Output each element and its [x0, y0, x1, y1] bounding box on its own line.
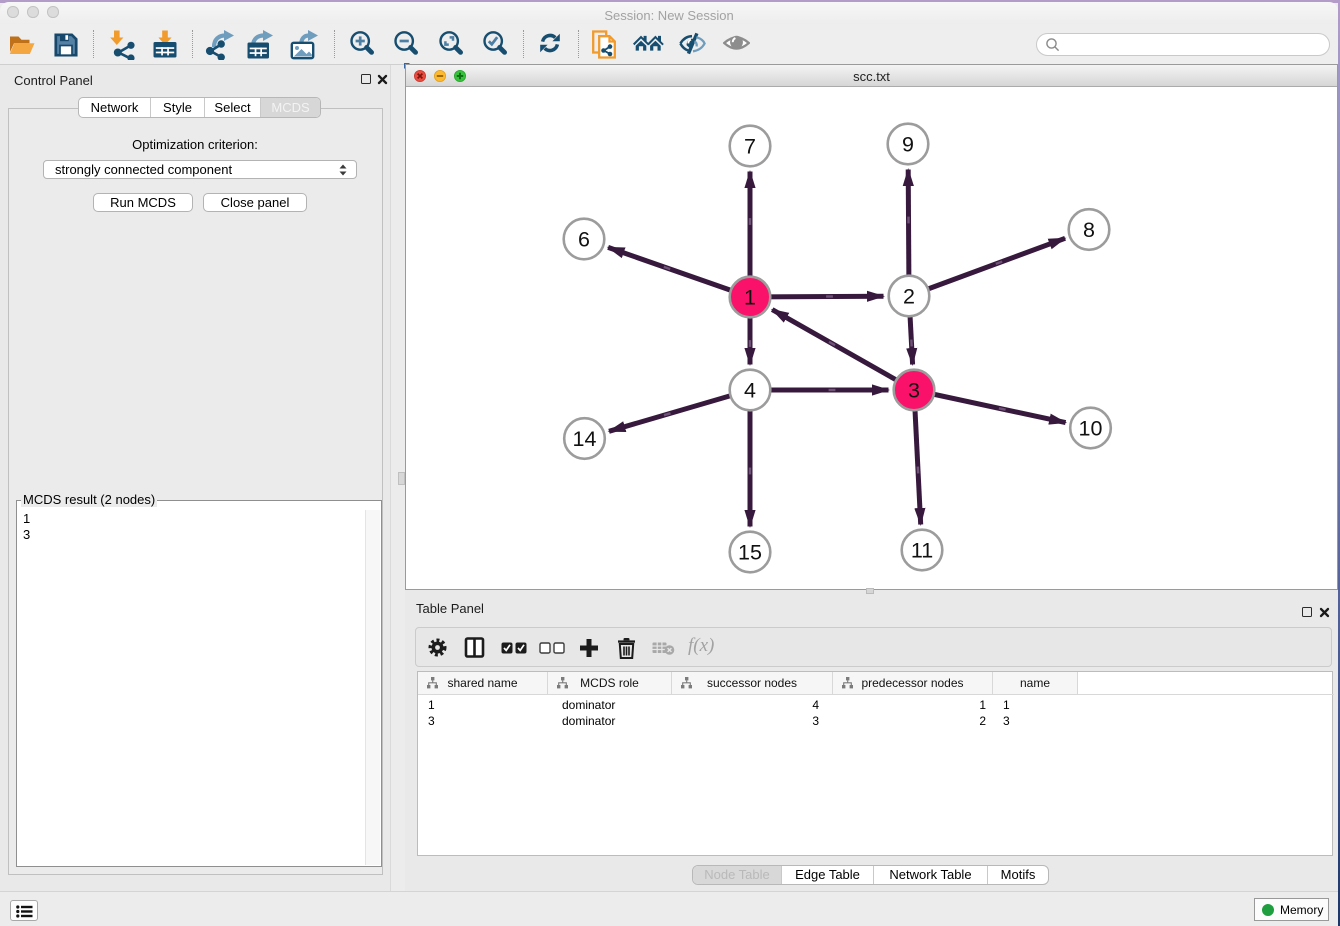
svg-text:7: 7 [744, 135, 756, 159]
svg-text:2: 2 [903, 285, 915, 309]
svg-text:4: 4 [744, 379, 756, 403]
svg-text:9: 9 [902, 133, 914, 157]
svg-text:10: 10 [1079, 417, 1103, 441]
svg-text:3: 3 [908, 379, 920, 403]
svg-text:8: 8 [1083, 218, 1095, 242]
svg-text:1: 1 [744, 286, 756, 310]
svg-text:6: 6 [578, 228, 590, 252]
svg-text:11: 11 [911, 539, 933, 563]
svg-text:14: 14 [573, 427, 597, 451]
svg-text:15: 15 [738, 541, 762, 565]
